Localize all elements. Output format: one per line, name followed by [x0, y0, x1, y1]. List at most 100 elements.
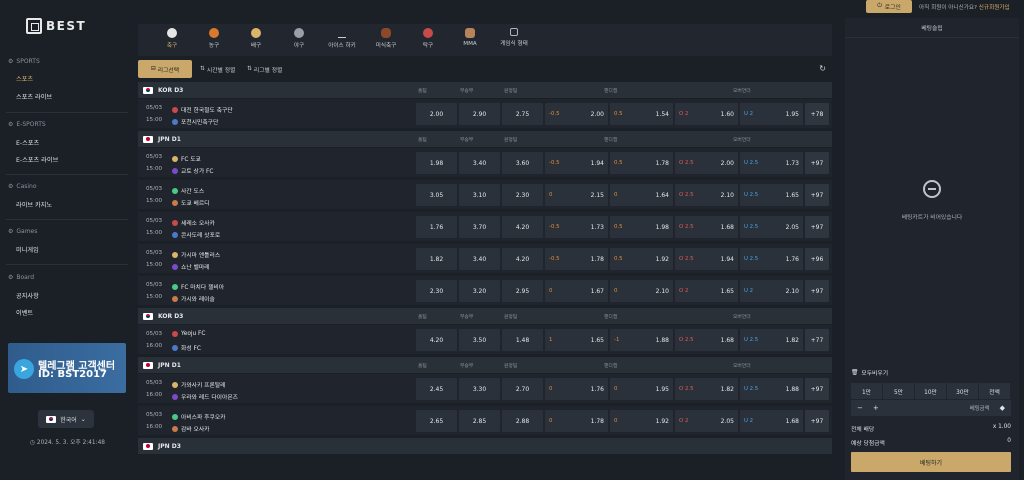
tab-mma[interactable]: MMA [448, 28, 492, 47]
handicap-home-odds-button[interactable]: 0 2.15 [545, 184, 608, 206]
odds-home[interactable]: 1.82 [416, 248, 457, 270]
league-select-button[interactable]: ⊟ 리그선택 [138, 60, 192, 78]
odds-away[interactable]: 2.75 [502, 103, 543, 125]
over-odds-button[interactable]: O 2.5 1.68 [675, 329, 738, 351]
handicap-home-odds-button[interactable]: 0 1.76 [545, 378, 608, 400]
refresh-icon[interactable]: ↻ [819, 64, 826, 73]
odds-away[interactable]: 4.20 [502, 248, 543, 270]
login-button[interactable]: ⏻ 로그인 [866, 0, 912, 13]
more-markets-button[interactable]: +77 [805, 329, 829, 351]
under-odds-button[interactable]: U 2 1.68 [740, 410, 803, 432]
eraser-icon[interactable]: ◆ [1000, 404, 1005, 412]
handicap-away-odds-button[interactable]: -1 1.88 [610, 329, 673, 351]
handicap-away-odds-button[interactable]: 0 1.95 [610, 378, 673, 400]
under-odds-button[interactable]: U 2.5 1.65 [740, 184, 803, 206]
handicap-home-odds-button[interactable]: -0.5 2.00 [545, 103, 608, 125]
tab-game-type[interactable]: 게임식 형태 [492, 28, 536, 47]
under-odds-button[interactable]: U 2.5 2.05 [740, 216, 803, 238]
odds-home[interactable]: 3.05 [416, 184, 457, 206]
odds-draw[interactable]: 3.40 [459, 248, 500, 270]
more-markets-button[interactable]: +97 [805, 378, 829, 400]
odds-draw[interactable]: 3.70 [459, 216, 500, 238]
odds-away[interactable]: 2.70 [502, 378, 543, 400]
more-markets-button[interactable]: +78 [805, 103, 829, 125]
odds-draw[interactable]: 3.30 [459, 378, 500, 400]
sidebar-item-sports-live[interactable]: 스포츠 라이브 [16, 92, 52, 101]
more-markets-button[interactable]: +96 [805, 248, 829, 270]
handicap-away-odds-button[interactable]: 0.5 1.98 [610, 216, 673, 238]
sidebar-item-esports-live[interactable]: E-스포츠 라이브 [16, 155, 58, 164]
handicap-away-odds-button[interactable]: 0.5 1.92 [610, 248, 673, 270]
odds-home[interactable]: 4.20 [416, 329, 457, 351]
over-odds-button[interactable]: O 2.5 2.10 [675, 184, 738, 206]
amount-50k-button[interactable]: 5만 [883, 383, 914, 399]
tab-table-tennis[interactable]: 탁구 [406, 28, 450, 49]
more-markets-button[interactable]: +97 [805, 410, 829, 432]
more-markets-button[interactable]: +97 [805, 280, 829, 302]
sidebar-item-event[interactable]: 이벤트 [16, 308, 33, 317]
sidebar-item-live-casino[interactable]: 라이브 카지노 [16, 200, 52, 209]
stake-input[interactable]: − + 베팅금액 ◆ [851, 400, 1011, 416]
under-odds-button[interactable]: U 2 2.10 [740, 280, 803, 302]
odds-draw[interactable]: 3.20 [459, 280, 500, 302]
over-odds-button[interactable]: O 2 1.65 [675, 280, 738, 302]
over-odds-button[interactable]: O 2 1.60 [675, 103, 738, 125]
over-odds-button[interactable]: O 2.5 2.00 [675, 152, 738, 174]
over-odds-button[interactable]: O 2 2.05 [675, 410, 738, 432]
tab-basketball[interactable]: 농구 [192, 28, 236, 49]
under-odds-button[interactable]: U 2.5 1.88 [740, 378, 803, 400]
sort-time-button[interactable]: ⇅ 시간별 정렬 [196, 60, 239, 78]
odds-home[interactable]: 2.00 [416, 103, 457, 125]
more-markets-button[interactable]: +97 [805, 184, 829, 206]
handicap-home-odds-button[interactable]: -0.5 1.78 [545, 248, 608, 270]
handicap-home-odds-button[interactable]: -0.5 1.94 [545, 152, 608, 174]
odds-away[interactable]: 2.95 [502, 280, 543, 302]
under-odds-button[interactable]: U 2.5 1.82 [740, 329, 803, 351]
odds-draw[interactable]: 3.10 [459, 184, 500, 206]
brand-logo[interactable]: BEST [26, 18, 86, 34]
over-odds-button[interactable]: O 2.5 1.94 [675, 248, 738, 270]
under-odds-button[interactable]: U 2 1.95 [740, 103, 803, 125]
amount-100k-button[interactable]: 10만 [915, 383, 946, 399]
amount-all-button[interactable]: 전액 [979, 383, 1010, 399]
odds-home[interactable]: 2.30 [416, 280, 457, 302]
sort-league-button[interactable]: ⇅ 리그별 정렬 [243, 60, 286, 78]
join-link[interactable]: 신규회원가입 [979, 5, 1010, 11]
tab-hockey[interactable]: 아이스 하키 [320, 28, 364, 49]
sidebar-item-minigame[interactable]: 미니게임 [16, 245, 39, 254]
amount-300k-button[interactable]: 30만 [947, 383, 978, 399]
odds-draw[interactable]: 3.50 [459, 329, 500, 351]
tab-baseball[interactable]: 야구 [277, 28, 321, 49]
handicap-away-odds-button[interactable]: 0 1.92 [610, 410, 673, 432]
under-odds-button[interactable]: U 2.5 1.73 [740, 152, 803, 174]
more-markets-button[interactable]: +97 [805, 152, 829, 174]
odds-home[interactable]: 2.45 [416, 378, 457, 400]
tab-american-football[interactable]: 미식축구 [364, 28, 408, 49]
odds-away[interactable]: 2.30 [502, 184, 543, 206]
over-odds-button[interactable]: O 2.5 1.82 [675, 378, 738, 400]
tab-soccer[interactable]: 축구 [150, 28, 194, 49]
sidebar-item-notice[interactable]: 공지사항 [16, 291, 39, 300]
odds-away[interactable]: 3.60 [502, 152, 543, 174]
place-bet-button[interactable]: 베팅하기 [851, 452, 1011, 472]
more-markets-button[interactable]: +97 [805, 216, 829, 238]
handicap-home-odds-button[interactable]: 0 1.67 [545, 280, 608, 302]
odds-away[interactable]: 4.20 [502, 216, 543, 238]
odds-draw[interactable]: 2.90 [459, 103, 500, 125]
over-odds-button[interactable]: O 2.5 1.68 [675, 216, 738, 238]
handicap-home-odds-button[interactable]: -0.5 1.73 [545, 216, 608, 238]
sidebar-item-esports[interactable]: E-스포츠 [16, 138, 39, 147]
language-selector[interactable]: 한국어 ⌄ [38, 410, 94, 428]
odds-home[interactable]: 1.76 [416, 216, 457, 238]
odds-away[interactable]: 2.88 [502, 410, 543, 432]
handicap-away-odds-button[interactable]: 0 1.64 [610, 184, 673, 206]
handicap-home-odds-button[interactable]: 0 1.78 [545, 410, 608, 432]
odds-home[interactable]: 2.65 [416, 410, 457, 432]
under-odds-button[interactable]: U 2.5 1.76 [740, 248, 803, 270]
clear-all-button[interactable]: 🗑 모두비우기 [851, 368, 888, 378]
amount-10k-button[interactable]: 1만 [851, 383, 882, 399]
plus-icon[interactable]: + [873, 404, 879, 412]
handicap-home-odds-button[interactable]: 1 1.65 [545, 329, 608, 351]
odds-draw[interactable]: 3.40 [459, 152, 500, 174]
minus-icon[interactable]: − [857, 404, 863, 412]
